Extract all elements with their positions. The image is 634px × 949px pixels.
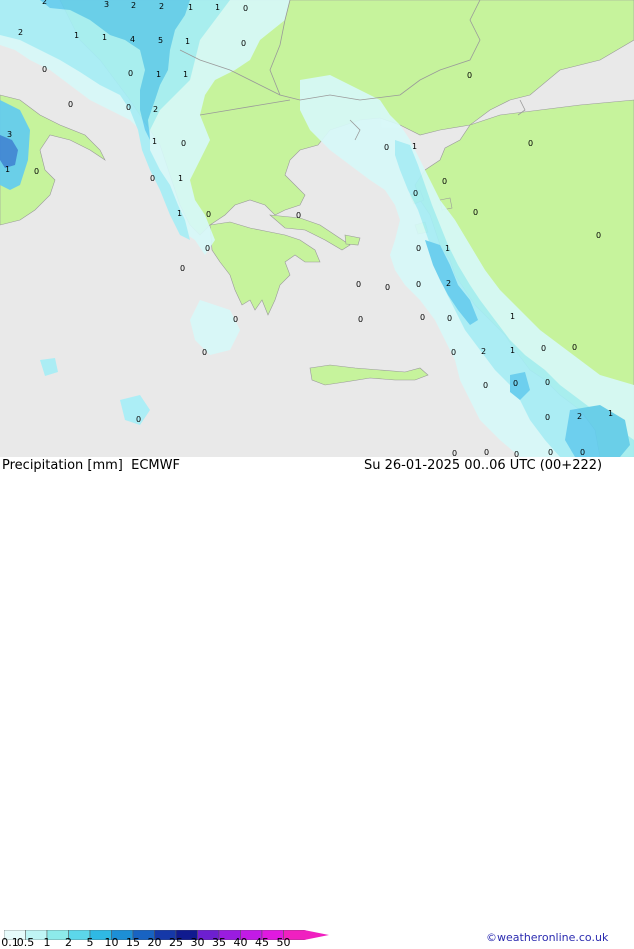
value-label: 0 [68, 100, 73, 109]
value-label: 1 [445, 244, 450, 253]
value-label: 1 [608, 409, 613, 418]
value-label: 0 [452, 449, 457, 457]
value-label: 1 [5, 165, 10, 174]
value-label: 2 [446, 279, 451, 288]
value-label: 0 [241, 39, 246, 48]
value-label: 0 [296, 211, 301, 220]
forecast-datetime: Su 26-01-2025 00..06 UTC (00+222) [364, 458, 603, 473]
colorbar-tick-label: 15 [126, 936, 140, 949]
value-label: 0 [150, 174, 155, 183]
value-label: 0 [416, 280, 421, 289]
value-label: 0 [451, 348, 456, 357]
value-label: 0 [181, 139, 186, 148]
value-label: 0 [128, 69, 133, 78]
value-label: 0 [580, 448, 585, 457]
colorbar-tick-label: 0.5 [16, 936, 35, 949]
value-label: 0 [34, 167, 39, 176]
value-label: 2 [131, 1, 136, 10]
value-label: 1 [156, 70, 161, 79]
value-label: 1 [188, 3, 193, 12]
value-label: 4 [130, 35, 135, 44]
value-label: 1 [178, 174, 183, 183]
value-label: 0 [243, 4, 248, 13]
value-label: 2 [18, 28, 23, 37]
value-label: 2 [153, 105, 158, 114]
colorbar-tick-label: 35 [212, 936, 226, 949]
value-label: 0 [206, 210, 211, 219]
value-label: 0 [126, 103, 131, 112]
colorbar-tick-label: 1 [43, 936, 51, 949]
value-label: 0 [545, 378, 550, 387]
value-label: 0 [416, 244, 421, 253]
value-label: 0 [513, 379, 518, 388]
value-label: 2 [159, 2, 164, 11]
value-label: 1 [183, 70, 188, 79]
value-label: 0 [385, 283, 390, 292]
value-label: 1 [510, 312, 515, 321]
value-label: 0 [420, 313, 425, 322]
value-label: 0 [548, 448, 553, 457]
value-label: 0 [514, 450, 519, 457]
value-label: 0 [42, 65, 47, 74]
value-label: 0 [484, 448, 489, 457]
value-label: 0 [541, 344, 546, 353]
colorbar-tick-label: 40 [233, 936, 248, 949]
credit-text: ©weatheronline.co.uk [486, 931, 609, 944]
value-label: 0 [205, 244, 210, 253]
value-label: 0 [572, 343, 577, 352]
value-label: 0 [202, 348, 207, 357]
colorbar-arrow [304, 930, 329, 940]
value-label: 0 [467, 71, 472, 80]
value-label: 0 [136, 415, 141, 424]
value-label: 0 [358, 315, 363, 324]
value-label: 1 [152, 137, 157, 146]
value-label: 0 [528, 139, 533, 148]
value-label: 1 [412, 142, 417, 151]
value-label: 0 [442, 177, 447, 186]
model-name: ECMWF [131, 458, 180, 473]
value-label: 2 [481, 347, 486, 356]
value-label: 0 [384, 143, 389, 152]
value-label: 0 [413, 189, 418, 198]
value-label: 0 [447, 314, 452, 323]
colorbar-tick-label: 10 [104, 936, 119, 949]
value-label: 3 [104, 0, 109, 9]
value-label: 0 [180, 264, 185, 273]
value-label: 1 [510, 346, 515, 355]
value-label: 0 [483, 381, 488, 390]
value-label: 5 [158, 36, 163, 45]
value-label: 0 [596, 231, 601, 240]
colorbar-tick-label: 50 [276, 936, 291, 949]
value-label: 1 [177, 209, 182, 218]
value-label: 2 [577, 412, 582, 421]
value-label: 0 [473, 208, 478, 217]
precipitation-map: 2 3 2 2 1 1 0 2 1 1 4 5 1 0 0 0 1 1 0 0 … [0, 0, 634, 459]
colorbar-tick-label: 45 [255, 936, 269, 949]
footer: Precipitation [mm] ECMWF Su 26-01-2025 0… [0, 457, 634, 949]
legend-title: Precipitation [mm] ECMWF [2, 458, 180, 473]
value-label: 0 [356, 280, 361, 289]
value-label: 3 [7, 130, 12, 139]
colorbar-tick-label: 2 [65, 936, 72, 949]
colorbar-tick-label: 25 [169, 936, 183, 949]
value-label: 0 [233, 315, 238, 324]
colorbar-tick-label: 5 [86, 936, 94, 949]
value-label: 0 [545, 413, 550, 422]
value-label: 1 [102, 33, 107, 42]
value-label: 2 [42, 0, 47, 6]
colorbar-tick-label: 20 [147, 936, 162, 949]
colorbar-tick-label: 30 [190, 936, 205, 949]
value-label: 1 [185, 37, 190, 46]
value-label: 1 [215, 3, 220, 12]
value-label: 1 [74, 31, 79, 40]
